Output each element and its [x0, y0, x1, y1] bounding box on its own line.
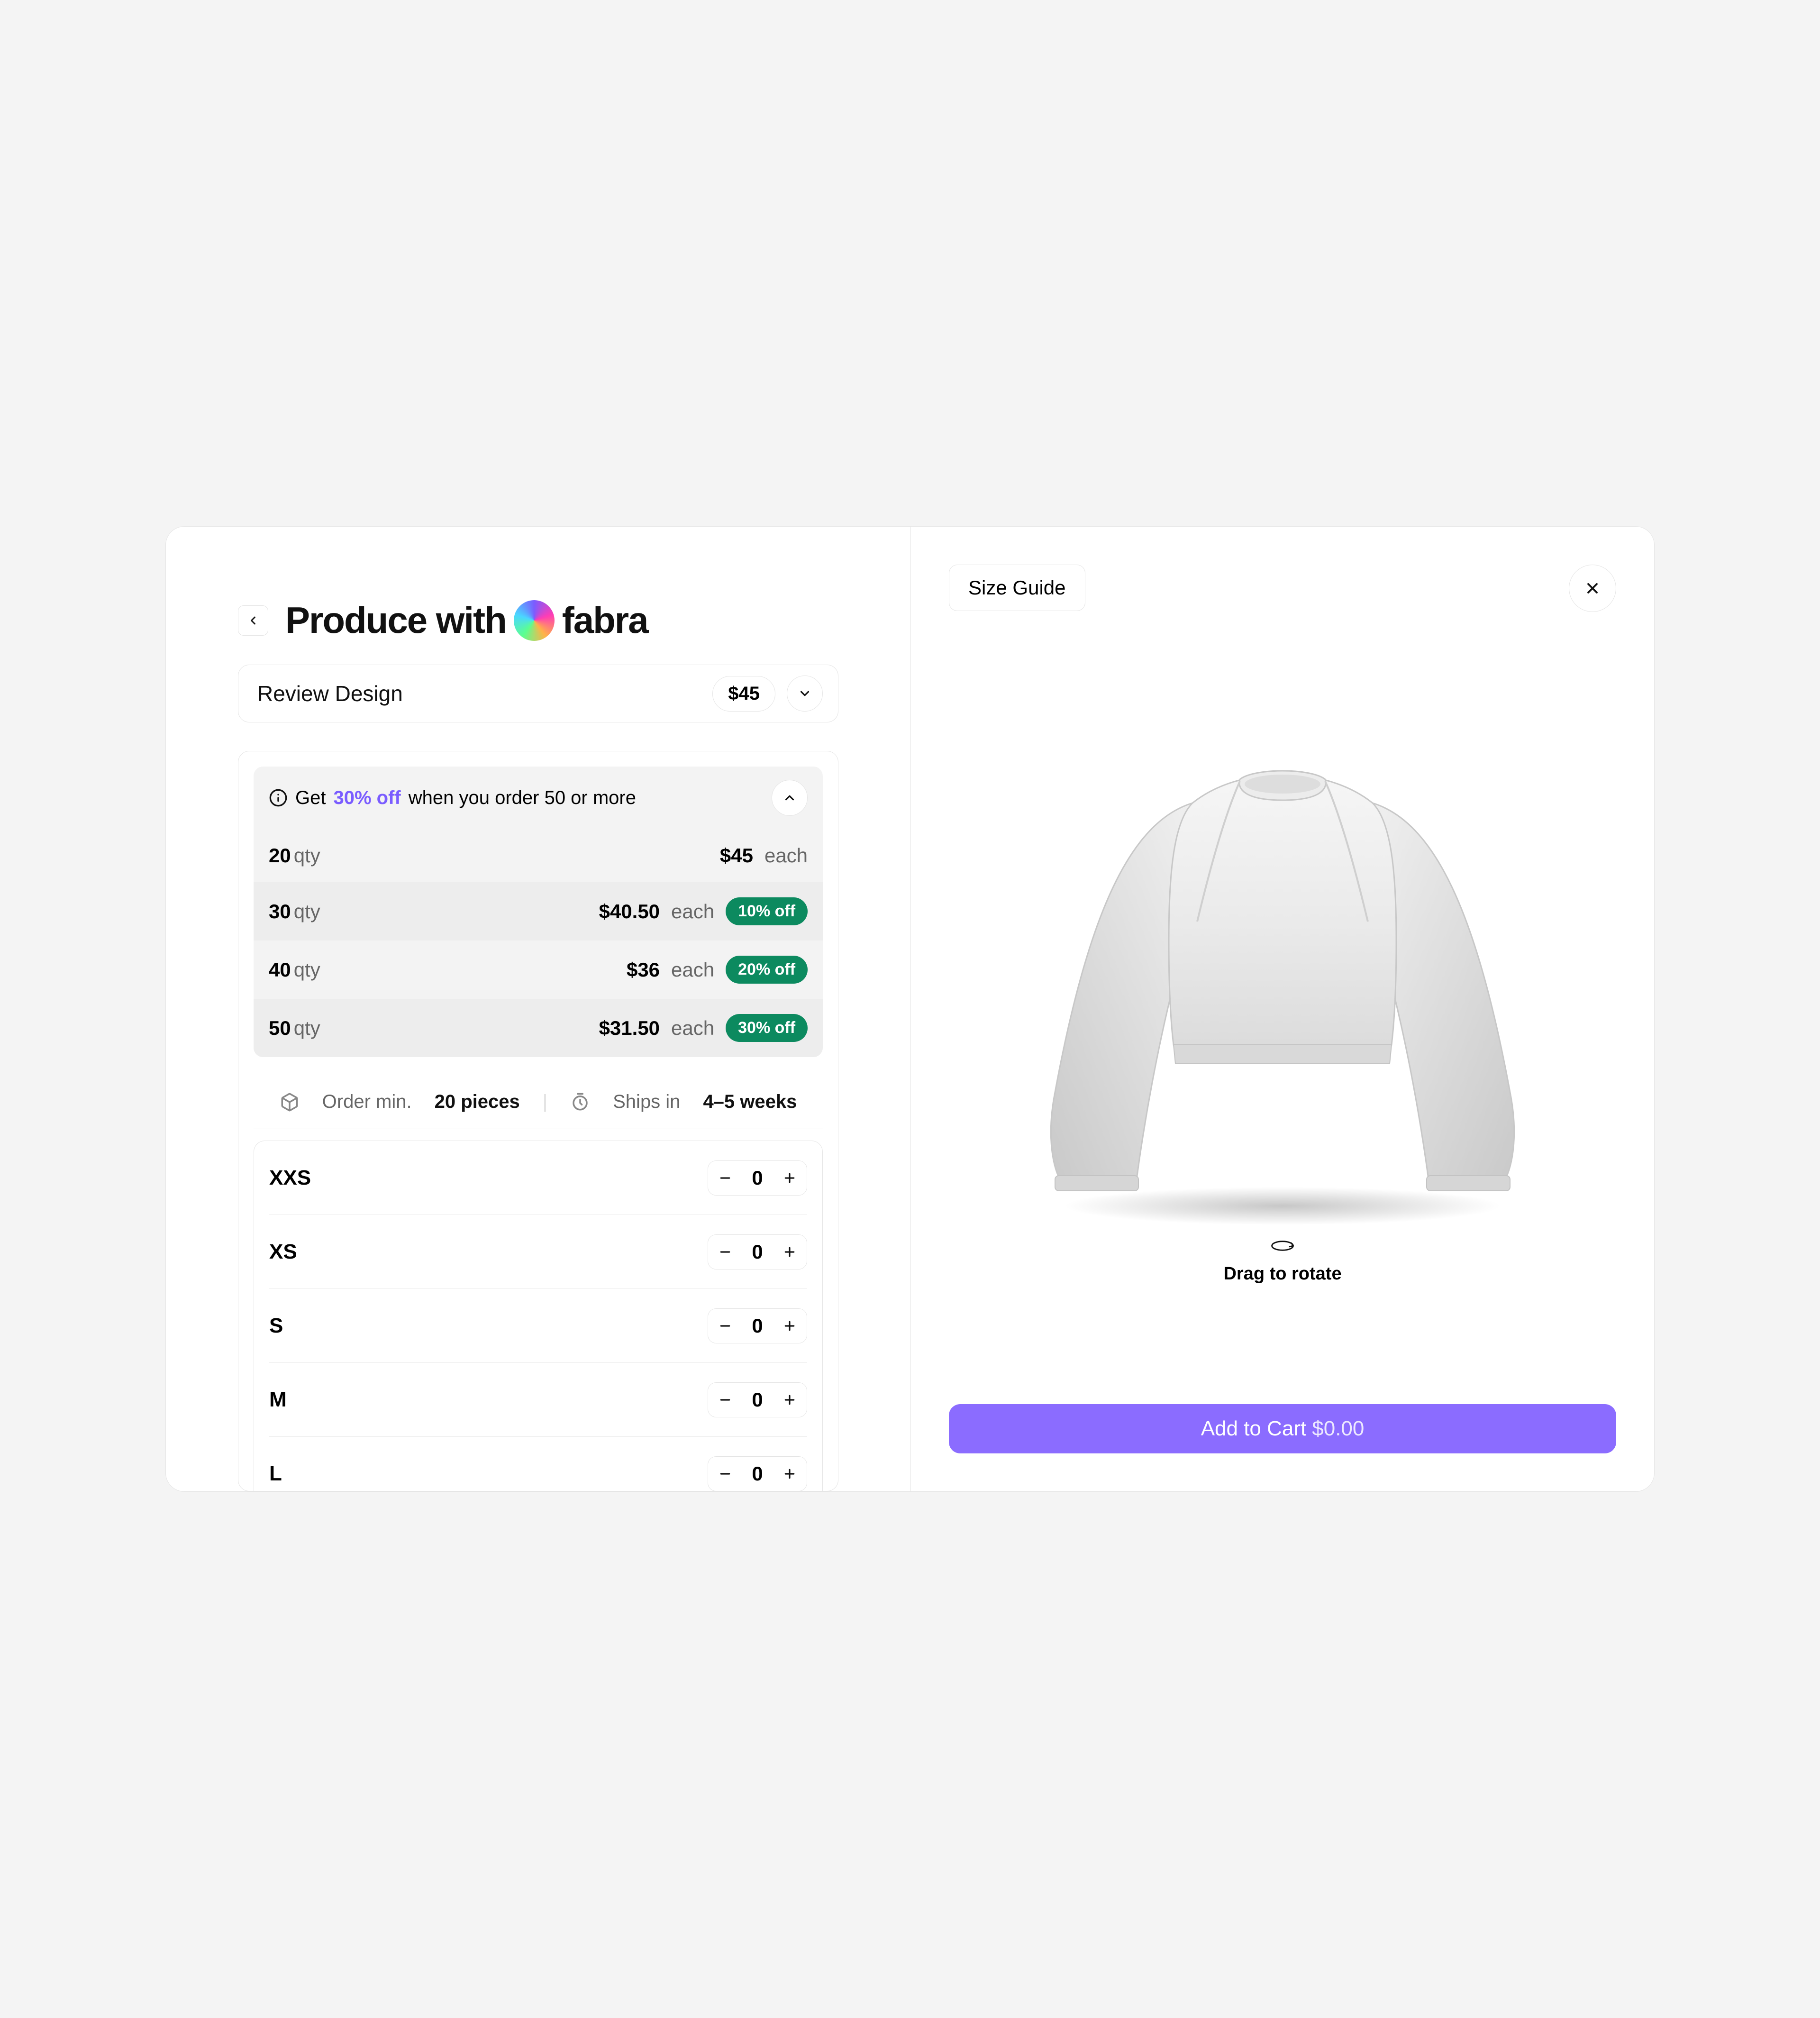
- size-label: M: [269, 1388, 287, 1412]
- ships-label: Ships in: [613, 1091, 680, 1113]
- quantity-stepper: 0: [708, 1456, 807, 1491]
- back-button[interactable]: [238, 605, 268, 636]
- close-button[interactable]: [1569, 565, 1616, 612]
- order-min-value: 20 pieces: [435, 1091, 520, 1113]
- increment-button[interactable]: [773, 1235, 807, 1269]
- cart-total: $0.00: [1312, 1417, 1364, 1441]
- review-design-row[interactable]: Review Design $45: [238, 665, 838, 722]
- quantity-stepper: 0: [708, 1308, 807, 1343]
- discount-row: 40qty $36 each 20% off: [254, 941, 823, 999]
- quantity-value: 0: [742, 1315, 773, 1337]
- chevron-down-icon: [798, 686, 812, 701]
- size-label: XXS: [269, 1166, 311, 1190]
- product-3d-viewer[interactable]: Drag to rotate: [949, 612, 1616, 1404]
- minus-icon: [718, 1319, 732, 1333]
- increment-button[interactable]: [773, 1309, 807, 1343]
- discount-headline: Get 30% off when you order 50 or more: [269, 787, 636, 809]
- quantity-value: 0: [742, 1388, 773, 1411]
- right-panel: Size Guide: [910, 527, 1654, 1491]
- order-min-label: Order min.: [322, 1091, 412, 1113]
- plus-icon: [783, 1319, 797, 1333]
- quantity-stepper: 0: [708, 1234, 807, 1269]
- package-icon: [280, 1092, 300, 1112]
- rotate-hint: Drag to rotate: [1223, 1236, 1341, 1284]
- quantity-stepper: 0: [708, 1160, 807, 1196]
- size-row: XXS 0: [269, 1141, 807, 1215]
- product-image: [998, 732, 1567, 1225]
- brand-logo-icon: [514, 600, 555, 641]
- review-label: Review Design: [257, 681, 403, 706]
- increment-button[interactable]: [773, 1161, 807, 1195]
- decrement-button[interactable]: [708, 1309, 742, 1343]
- plus-icon: [783, 1467, 797, 1481]
- close-icon: [1584, 580, 1601, 597]
- right-top-bar: Size Guide: [949, 565, 1616, 612]
- discount-header[interactable]: Get 30% off when you order 50 or more: [254, 767, 823, 829]
- order-meta-row: Order min. 20 pieces | Ships in 4–5 week…: [254, 1075, 823, 1129]
- header: Produce with fabra: [238, 599, 838, 642]
- add-to-cart-button[interactable]: Add to Cart $0.00: [949, 1404, 1616, 1453]
- quantity-stepper: 0: [708, 1382, 807, 1417]
- plus-icon: [783, 1245, 797, 1259]
- discount-row: 30qty $40.50 each 10% off: [254, 882, 823, 941]
- decrement-button[interactable]: [708, 1235, 742, 1269]
- minus-icon: [718, 1245, 732, 1259]
- decrement-button[interactable]: [708, 1457, 742, 1491]
- info-icon: [269, 788, 288, 807]
- chevron-left-icon: [246, 614, 260, 627]
- increment-button[interactable]: [773, 1457, 807, 1491]
- plus-icon: [783, 1393, 797, 1407]
- base-price-pill: $45: [712, 676, 775, 712]
- produce-modal: Produce with fabra Review Design $45 Get: [165, 526, 1655, 1492]
- increment-button[interactable]: [773, 1383, 807, 1417]
- minus-icon: [718, 1393, 732, 1407]
- minus-icon: [718, 1171, 732, 1185]
- size-label: L: [269, 1462, 282, 1486]
- size-row: S 0: [269, 1289, 807, 1363]
- size-label: XS: [269, 1240, 297, 1264]
- collapse-discount-button[interactable]: [772, 780, 808, 816]
- minus-icon: [718, 1467, 732, 1481]
- decrement-button[interactable]: [708, 1383, 742, 1417]
- order-panel: Get 30% off when you order 50 or more 20…: [238, 751, 838, 1491]
- discount-panel: Get 30% off when you order 50 or more 20…: [254, 767, 823, 1057]
- rotate-icon: [1269, 1236, 1296, 1255]
- discount-row: 20qty $45 each: [254, 829, 823, 882]
- size-row: XS 0: [269, 1215, 807, 1289]
- discount-badge: 20% off: [726, 956, 808, 984]
- discount-row: 50qty $31.50 each 30% off: [254, 999, 823, 1057]
- left-panel: Produce with fabra Review Design $45 Get: [166, 527, 910, 1491]
- size-label: S: [269, 1314, 283, 1338]
- page-title: Produce with fabra: [285, 599, 647, 642]
- discount-badge: 30% off: [726, 1014, 808, 1042]
- size-list: XXS 0 XS 0 S: [254, 1141, 823, 1491]
- title-prefix: Produce with: [285, 599, 506, 642]
- discount-badge: 10% off: [726, 897, 808, 925]
- size-row: L 0: [269, 1437, 807, 1491]
- brand-name: fabra: [562, 599, 648, 642]
- clock-icon: [570, 1092, 590, 1112]
- review-right: $45: [712, 676, 823, 712]
- size-row: M 0: [269, 1363, 807, 1437]
- quantity-value: 0: [742, 1462, 773, 1485]
- ships-value: 4–5 weeks: [703, 1091, 797, 1113]
- plus-icon: [783, 1171, 797, 1185]
- size-guide-button[interactable]: Size Guide: [949, 565, 1085, 611]
- chevron-up-icon: [783, 791, 797, 805]
- expand-review-button[interactable]: [787, 676, 823, 712]
- add-to-cart-label: Add to Cart: [1201, 1417, 1307, 1441]
- quantity-value: 0: [742, 1241, 773, 1263]
- decrement-button[interactable]: [708, 1161, 742, 1195]
- quantity-value: 0: [742, 1167, 773, 1189]
